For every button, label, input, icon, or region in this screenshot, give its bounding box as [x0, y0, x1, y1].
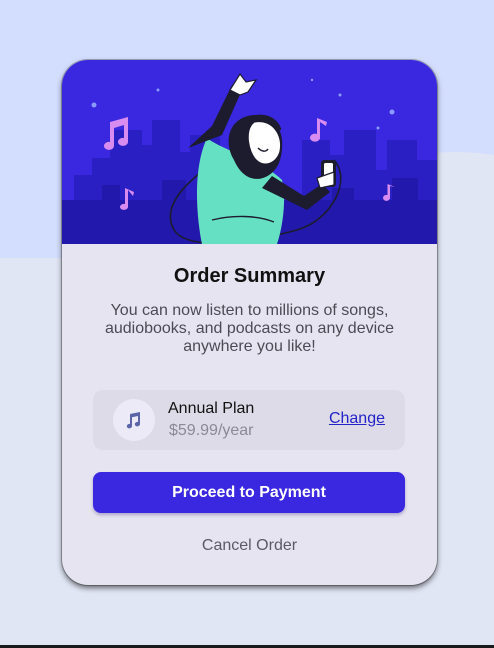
cancel-order-button[interactable]: Cancel Order: [62, 537, 437, 555]
change-plan-link[interactable]: Change: [329, 410, 385, 428]
proceed-to-payment-button[interactable]: Proceed to Payment: [93, 472, 405, 513]
plan-name: Annual Plan: [168, 400, 255, 417]
summary-description: You can now listen to millions of songs,…: [104, 302, 395, 355]
plan-price: $59.99/year: [169, 422, 254, 439]
hero-illustration: [62, 60, 437, 244]
plan-panel: Annual Plan $59.99/year Change: [93, 390, 405, 450]
music-note-icon: [113, 399, 155, 441]
page-title: Order Summary: [173, 265, 326, 287]
order-summary-card: Order Summary You can now listen to mill…: [62, 60, 437, 585]
